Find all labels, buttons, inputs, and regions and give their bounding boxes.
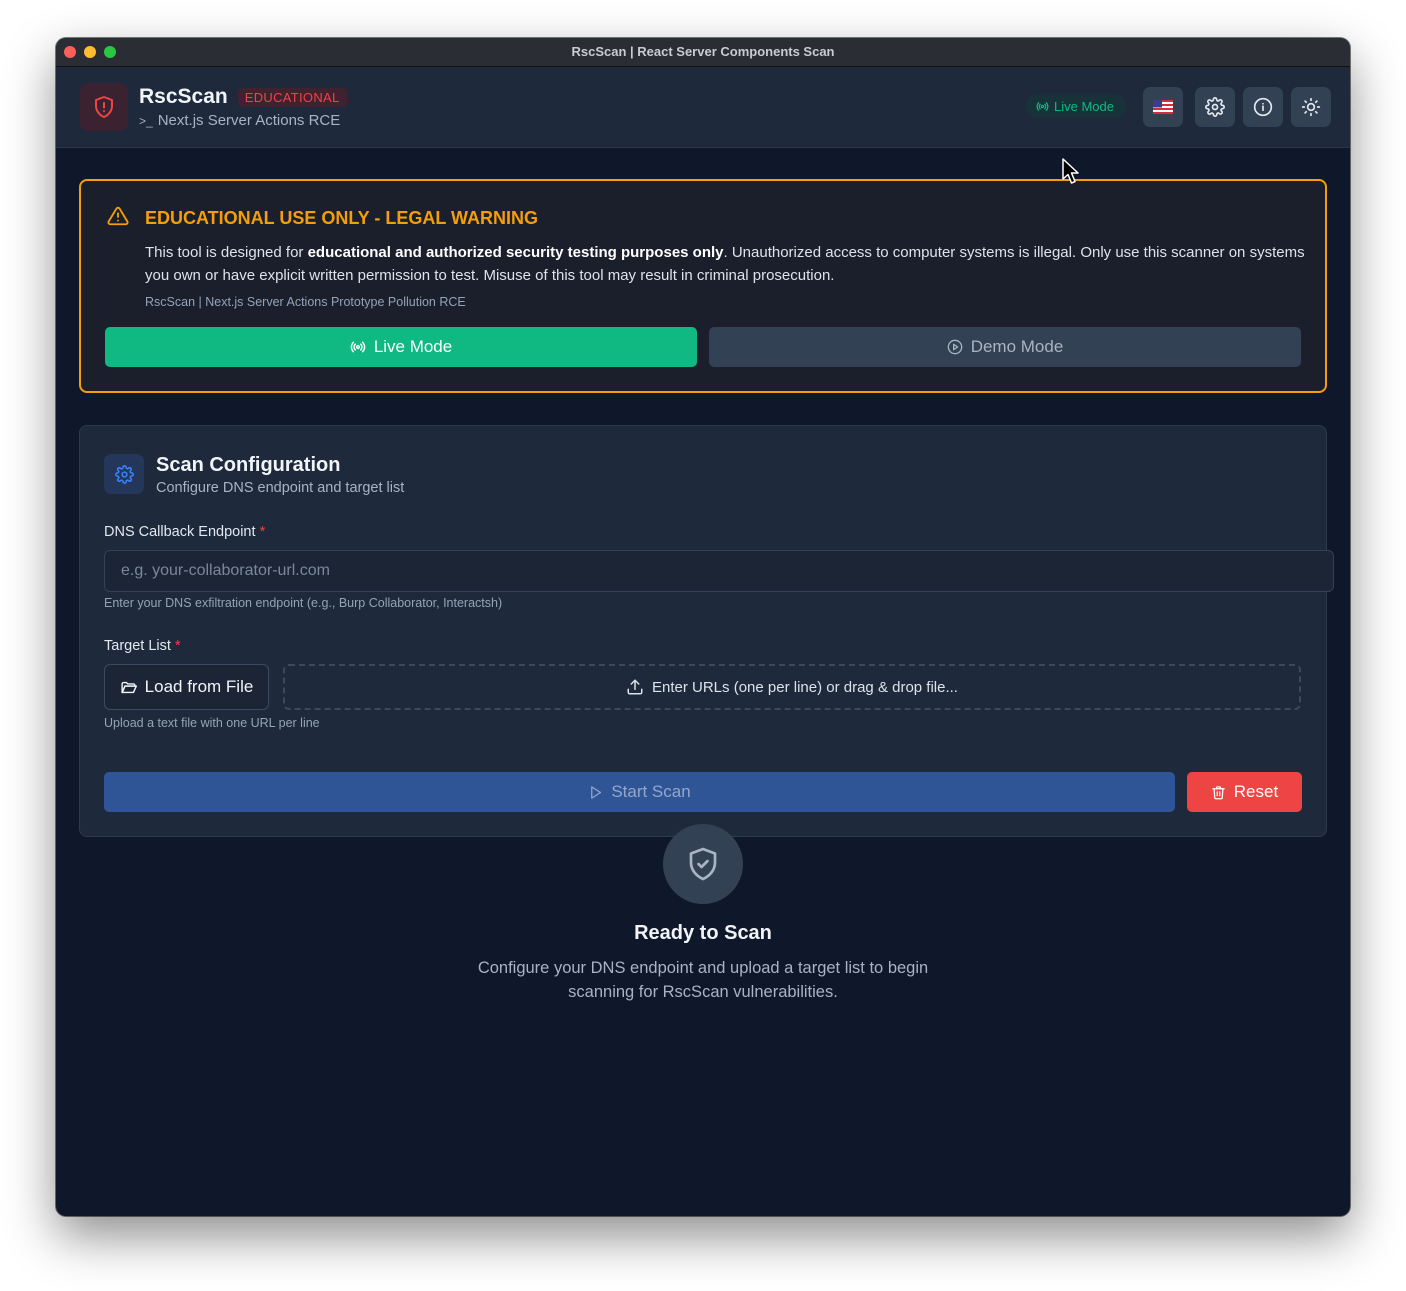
dns-hint: Enter your DNS exfiltration endpoint (e.… xyxy=(104,596,503,610)
config-subtitle: Configure DNS endpoint and target list xyxy=(156,480,405,496)
demo-mode-button-label: Demo Mode xyxy=(970,337,1064,356)
dns-label-text: DNS Callback Endpoint xyxy=(104,524,256,540)
window-title: RscScan | React Server Components Scan xyxy=(571,44,835,59)
radio-signal-icon xyxy=(1036,101,1049,111)
settings-button[interactable] xyxy=(1195,87,1235,127)
live-mode-indicator: Live Mode xyxy=(1026,94,1126,118)
warning-text-pre: This tool is designed for xyxy=(145,244,308,261)
radio-signal-icon xyxy=(350,341,366,353)
reset-label: Reset xyxy=(1233,782,1279,801)
live-mode-indicator-label: Live Mode xyxy=(1054,98,1114,114)
warning-text-bold: educational and authorized security test… xyxy=(307,244,724,261)
config-title: Scan Configuration xyxy=(156,454,341,476)
ready-title: Ready to Scan xyxy=(634,922,772,944)
folder-open-icon xyxy=(121,681,137,693)
brand: RscScan EDUCATIONAL xyxy=(139,85,347,109)
load-from-file-label: Load from File xyxy=(144,677,254,696)
terminal-icon: >_ xyxy=(139,113,153,128)
target-label-text: Target List xyxy=(104,638,171,654)
header-subtitle-text: Next.js Server Actions RCE xyxy=(157,112,341,129)
app-header: RscScan EDUCATIONAL >_ Next.js Server Ac… xyxy=(56,67,1350,148)
warning-title: EDUCATIONAL USE ONLY - LEGAL WARNING xyxy=(145,208,539,228)
ready-text: Configure your DNS endpoint and upload a… xyxy=(477,959,929,1001)
live-mode-button-label: Live Mode xyxy=(373,337,453,356)
play-circle-icon xyxy=(947,339,963,355)
title-bar: RscScan | React Server Components Scan xyxy=(56,38,1350,67)
target-label: Target List * xyxy=(104,638,181,654)
scan-configuration-panel: Scan Configuration Configure DNS endpoin… xyxy=(79,425,1334,837)
warning-triangle-icon xyxy=(107,206,129,226)
ready-state-icon xyxy=(663,824,743,904)
demo-mode-button[interactable]: Demo Mode xyxy=(709,327,1301,367)
required-mark: * xyxy=(259,524,266,540)
target-hint: Upload a text file with one URL per line xyxy=(104,716,320,730)
start-scan-label: Start Scan xyxy=(611,782,691,801)
start-scan-button[interactable]: Start Scan xyxy=(104,772,1175,812)
us-flag-icon xyxy=(1153,100,1173,114)
required-mark: * xyxy=(174,638,181,654)
play-icon xyxy=(591,785,602,799)
shield-alert-icon xyxy=(95,96,113,118)
info-icon xyxy=(1253,97,1273,117)
dns-label: DNS Callback Endpoint * xyxy=(104,524,265,540)
mouse-cursor-icon xyxy=(1062,158,1079,184)
warning-footer: RscScan | Next.js Server Actions Prototy… xyxy=(145,295,466,309)
sun-icon xyxy=(1301,97,1321,117)
upload-icon xyxy=(627,679,643,695)
config-icon-box xyxy=(104,454,144,494)
legal-warning-panel: EDUCATIONAL USE ONLY - LEGAL WARNING Thi… xyxy=(79,179,1327,393)
live-mode-button[interactable]: Live Mode xyxy=(105,327,697,367)
dns-endpoint-input[interactable] xyxy=(104,550,1334,592)
educational-badge: EDUCATIONAL xyxy=(237,87,347,107)
about-button[interactable] xyxy=(1243,87,1283,127)
gear-icon xyxy=(114,464,134,484)
header-subtitle: >_ Next.js Server Actions RCE xyxy=(139,112,340,129)
load-from-file-button[interactable]: Load from File xyxy=(104,664,269,710)
brand-name: RscScan xyxy=(139,85,228,108)
theme-toggle-button[interactable] xyxy=(1291,87,1331,127)
app-logo xyxy=(80,83,128,131)
target-dropzone[interactable]: Enter URLs (one per line) or drag & drop… xyxy=(283,664,1301,710)
language-button[interactable] xyxy=(1143,87,1183,127)
dropzone-text: Enter URLs (one per line) or drag & drop… xyxy=(652,678,958,696)
shield-check-icon xyxy=(689,847,717,881)
trash-icon xyxy=(1212,785,1225,799)
warning-text: This tool is designed for educational an… xyxy=(145,241,1305,287)
reset-button[interactable]: Reset xyxy=(1187,772,1302,812)
app-window: RscScan | React Server Components Scan R… xyxy=(56,38,1350,1216)
gear-icon xyxy=(1205,97,1225,117)
